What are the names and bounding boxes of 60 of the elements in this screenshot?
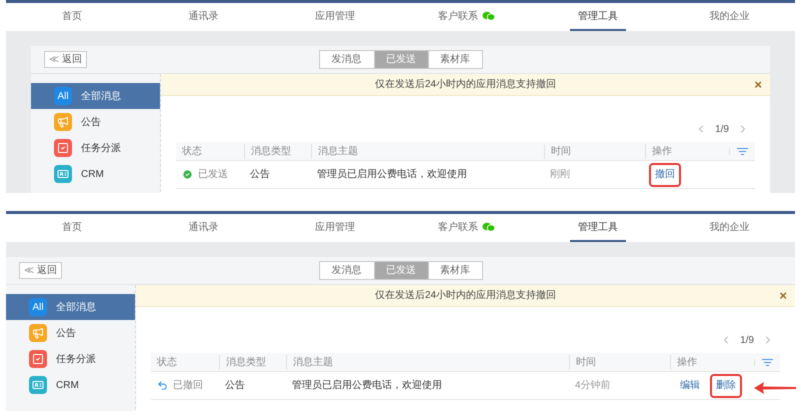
nav-tab[interactable]: 应用管理 [306, 3, 363, 31]
page-indicator: 1/9 [740, 334, 754, 348]
table-cell-text: 公告 [224, 378, 246, 393]
sidebar-item[interactable]: 公告 [6, 320, 135, 346]
column-header: 消息类型 [219, 354, 286, 370]
card-icon [54, 165, 72, 183]
nav-tab[interactable]: 我的企业 [701, 3, 758, 31]
sidebar-item[interactable]: 任务分派 [6, 346, 135, 372]
all-badge: All [29, 298, 47, 316]
close-button[interactable]: × [779, 289, 787, 302]
status-text: 已撤回 [173, 378, 203, 393]
sidebar-item[interactable]: All 全部消息 [6, 294, 135, 320]
column-header: 消息主题 [311, 144, 544, 158]
filter-icon[interactable] [737, 148, 748, 154]
table-cell-text: 管理员已启用公费电话，欢迎使用 [316, 168, 468, 182]
megaphone-icon [54, 113, 72, 131]
all-badge: All [54, 87, 72, 105]
segment-tab[interactable]: 素材库 [428, 262, 482, 279]
segment-tab[interactable]: 素材库 [428, 51, 482, 68]
column-header: 消息主题 [286, 354, 569, 370]
nav-tab[interactable]: 通讯录 [180, 214, 226, 242]
notice-text: 仅在发送后24小时内的应用消息支持撤回 [374, 288, 556, 303]
checkbox-icon [29, 350, 47, 368]
filter-icon[interactable] [762, 358, 773, 366]
page-indicator: 1/9 [715, 122, 729, 136]
nav-tab[interactable]: 首页 [54, 3, 90, 31]
nav-tab[interactable]: 通讯录 [180, 3, 226, 31]
segment-tab[interactable]: 发消息 [320, 262, 374, 279]
notice-text: 仅在发送后24小时内的应用消息支持撤回 [374, 78, 556, 92]
column-header: 操作 [645, 144, 729, 158]
column-header: 消息类型 [244, 144, 311, 158]
nav-tab[interactable]: 首页 [54, 214, 90, 242]
nav-tab[interactable]: 应用管理 [306, 214, 363, 242]
column-header: 操作 [670, 354, 754, 370]
action-link[interactable]: 撤回 [649, 162, 681, 186]
sidebar-item[interactable]: CRM [6, 372, 135, 398]
nav-tab[interactable]: 客户联系 [430, 3, 503, 31]
megaphone-icon [29, 324, 47, 342]
table-cell-text: 刚刚 [549, 168, 571, 182]
card-icon [29, 376, 47, 394]
sidebar-item[interactable]: CRM [31, 161, 160, 187]
status-text: 已发送 [198, 168, 228, 182]
checkbox-icon [54, 139, 72, 157]
table-cell-text: 公告 [249, 168, 271, 182]
column-header: 状态 [156, 356, 178, 370]
nav-tab[interactable]: 客户联系 [430, 214, 503, 242]
sidebar-item[interactable]: All 全部消息 [31, 83, 160, 109]
nav-tab[interactable]: 我的企业 [701, 214, 758, 242]
action-link[interactable]: 删除 [710, 374, 742, 398]
segment-tab[interactable]: 发消息 [320, 51, 374, 68]
table-cell-text: 4分钟前 [574, 378, 612, 393]
column-header: 状态 [181, 144, 203, 158]
back-button[interactable]: ≪ 返回 [19, 262, 62, 279]
column-header: 时间 [569, 354, 670, 370]
sidebar-item[interactable]: 任务分派 [31, 135, 160, 161]
column-header: 时间 [544, 144, 645, 158]
table-cell-text: 管理员已启用公费电话，欢迎使用 [291, 378, 443, 393]
close-button[interactable]: × [754, 78, 762, 91]
back-button[interactable]: ≪ 返回 [44, 51, 87, 68]
sidebar-item[interactable]: 公告 [31, 109, 160, 135]
